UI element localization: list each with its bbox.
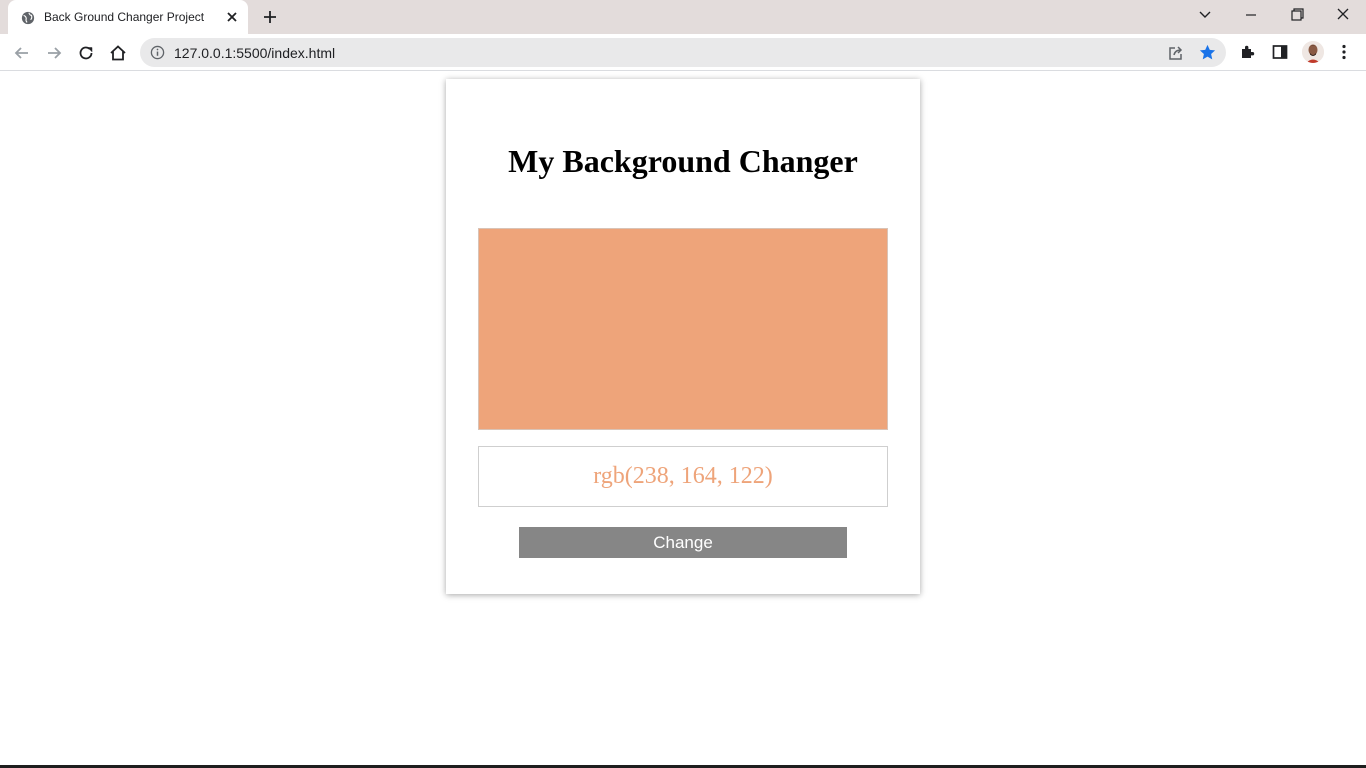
restore-icon[interactable] bbox=[1286, 6, 1308, 24]
address-bar[interactable]: 127.0.0.1:5500/index.html bbox=[140, 38, 1226, 67]
tab-title: Back Ground Changer Project bbox=[44, 10, 205, 24]
close-window-icon[interactable] bbox=[1332, 6, 1354, 24]
page-title: My Background Changer bbox=[508, 143, 858, 179]
menu-icon[interactable] bbox=[1335, 43, 1353, 61]
color-value-display: rgb(238, 164, 122) bbox=[478, 446, 888, 507]
profile-avatar[interactable] bbox=[1302, 41, 1324, 63]
profile-picture-icon bbox=[1302, 41, 1324, 63]
close-tab-icon[interactable] bbox=[225, 10, 239, 24]
share-icon[interactable] bbox=[1167, 44, 1185, 62]
browser-toolbar: 127.0.0.1:5500/index.html bbox=[0, 34, 1366, 71]
browser-tab[interactable]: Back Ground Changer Project bbox=[8, 0, 248, 34]
back-icon[interactable] bbox=[12, 43, 32, 63]
tab-strip: Back Ground Changer Project bbox=[0, 0, 1366, 34]
side-panel-icon[interactable] bbox=[1271, 43, 1289, 61]
change-button[interactable]: Change bbox=[519, 527, 847, 558]
color-swatch bbox=[478, 228, 888, 430]
bookmark-star-icon[interactable] bbox=[1198, 43, 1217, 62]
changer-card: My Background Changer rgb(238, 164, 122)… bbox=[446, 79, 920, 594]
globe-icon bbox=[21, 11, 35, 25]
reload-icon[interactable] bbox=[76, 43, 96, 63]
tab-search-icon[interactable] bbox=[1194, 6, 1216, 24]
extensions-icon[interactable] bbox=[1239, 43, 1257, 61]
forward-icon[interactable] bbox=[44, 43, 64, 63]
new-tab-icon[interactable] bbox=[261, 8, 279, 26]
url-text[interactable]: 127.0.0.1:5500/index.html bbox=[174, 45, 335, 61]
info-icon[interactable] bbox=[150, 45, 165, 60]
minimize-icon[interactable] bbox=[1240, 6, 1262, 24]
home-icon[interactable] bbox=[108, 43, 128, 63]
